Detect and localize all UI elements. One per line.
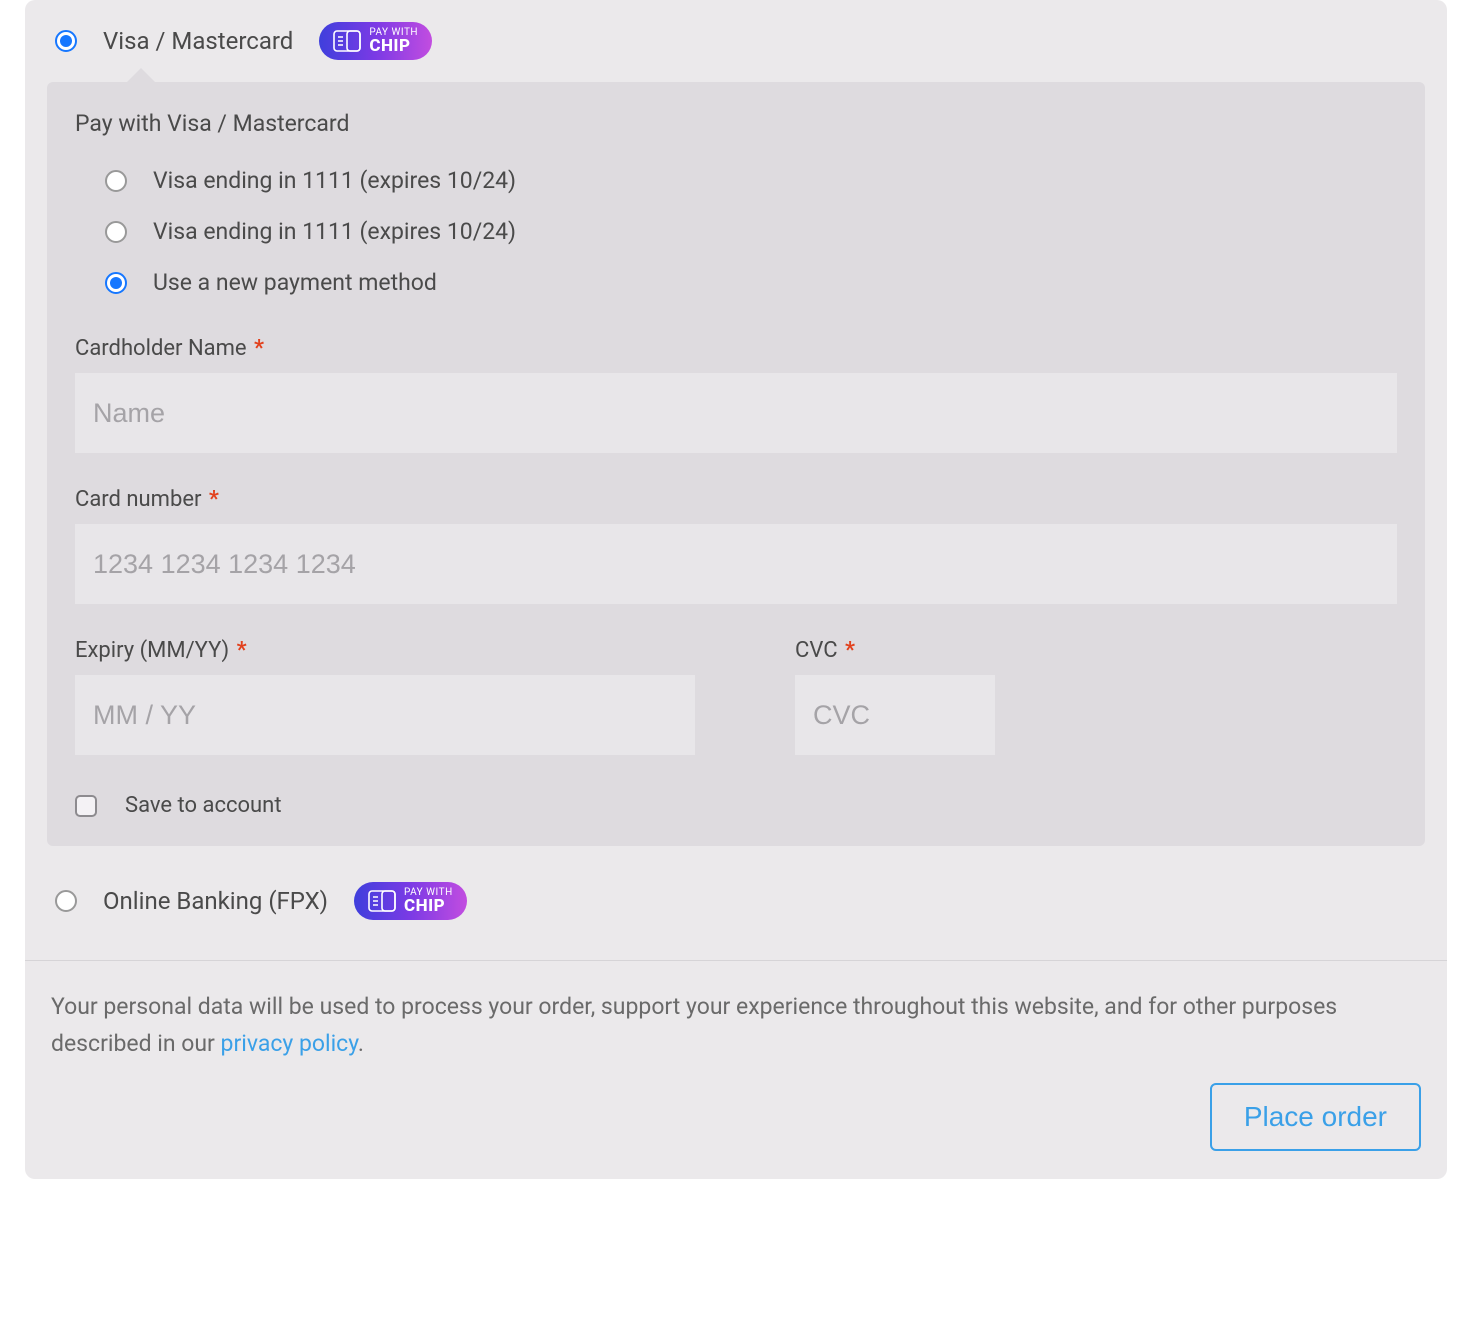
saved-card-option[interactable]: Visa ending in 1111 (expires 10/24) bbox=[105, 218, 1397, 245]
card-number-label-text: Card number bbox=[75, 487, 201, 512]
card-subpanel: Pay with Visa / Mastercard Visa ending i… bbox=[47, 82, 1425, 846]
expiry-label-text: Expiry (MM/YY) bbox=[75, 638, 229, 663]
cardholder-input[interactable] bbox=[75, 373, 1397, 453]
saved-card-option[interactable]: Visa ending in 1111 (expires 10/24) bbox=[105, 167, 1397, 194]
required-marker: * bbox=[845, 638, 855, 663]
save-to-account-label: Save to account bbox=[125, 793, 282, 818]
saved-card-radio[interactable] bbox=[105, 221, 127, 243]
required-marker: * bbox=[237, 638, 247, 663]
payment-method-fpx-row[interactable]: Online Banking (FPX) PAY WITH CHIP bbox=[25, 868, 1447, 942]
privacy-text-after: . bbox=[358, 1030, 364, 1057]
saved-card-list: Visa ending in 1111 (expires 10/24) Visa… bbox=[75, 167, 1397, 296]
saved-card-label: Visa ending in 1111 (expires 10/24) bbox=[153, 218, 516, 245]
cvc-field: CVC * bbox=[795, 638, 1397, 755]
new-payment-method-label: Use a new payment method bbox=[153, 269, 437, 296]
payment-method-fpx-radio[interactable] bbox=[55, 890, 77, 912]
pay-with-chip-badge: PAY WITH CHIP bbox=[354, 882, 467, 920]
card-number-input[interactable] bbox=[75, 524, 1397, 604]
chip-line2: CHIP bbox=[404, 898, 453, 915]
cvc-label-text: CVC bbox=[795, 638, 838, 663]
save-to-account-checkbox[interactable] bbox=[75, 795, 97, 817]
chip-icon bbox=[368, 890, 396, 912]
new-payment-method-option[interactable]: Use a new payment method bbox=[105, 269, 1397, 296]
cardholder-label: Cardholder Name * bbox=[75, 336, 1397, 361]
payment-panel: Visa / Mastercard PAY WITH CHIP Pay with… bbox=[25, 0, 1447, 1179]
cvc-input[interactable] bbox=[795, 675, 995, 755]
payment-method-card-radio[interactable] bbox=[55, 30, 77, 52]
cvc-label: CVC * bbox=[795, 638, 1397, 663]
place-order-button[interactable]: Place order bbox=[1210, 1083, 1421, 1151]
card-fields: Cardholder Name * Card number * Expiry (… bbox=[75, 336, 1397, 755]
required-marker: * bbox=[209, 487, 219, 512]
card-number-label: Card number * bbox=[75, 487, 1397, 512]
required-marker: * bbox=[254, 336, 264, 361]
pay-with-chip-badge: PAY WITH CHIP bbox=[319, 22, 432, 60]
chip-line2: CHIP bbox=[369, 38, 418, 55]
expiry-label: Expiry (MM/YY) * bbox=[75, 638, 695, 663]
privacy-policy-link[interactable]: privacy policy bbox=[221, 1030, 358, 1057]
saved-card-radio[interactable] bbox=[105, 170, 127, 192]
card-number-field: Card number * bbox=[75, 487, 1397, 604]
cardholder-field: Cardholder Name * bbox=[75, 336, 1397, 453]
actions-row: Place order bbox=[25, 1063, 1447, 1179]
chip-icon bbox=[333, 30, 361, 52]
new-payment-method-radio[interactable] bbox=[105, 272, 127, 294]
privacy-text: Your personal data will be used to proce… bbox=[25, 961, 1447, 1063]
payment-method-card-row[interactable]: Visa / Mastercard PAY WITH CHIP bbox=[25, 0, 1447, 82]
save-to-account-row[interactable]: Save to account bbox=[75, 793, 1397, 818]
payment-method-fpx-label: Online Banking (FPX) bbox=[103, 887, 328, 915]
expiry-input[interactable] bbox=[75, 675, 695, 755]
card-subpanel-header: Pay with Visa / Mastercard bbox=[75, 110, 1397, 137]
expiry-field: Expiry (MM/YY) * bbox=[75, 638, 695, 755]
payment-method-card-label: Visa / Mastercard bbox=[103, 27, 293, 55]
cardholder-label-text: Cardholder Name bbox=[75, 336, 247, 361]
saved-card-label: Visa ending in 1111 (expires 10/24) bbox=[153, 167, 516, 194]
